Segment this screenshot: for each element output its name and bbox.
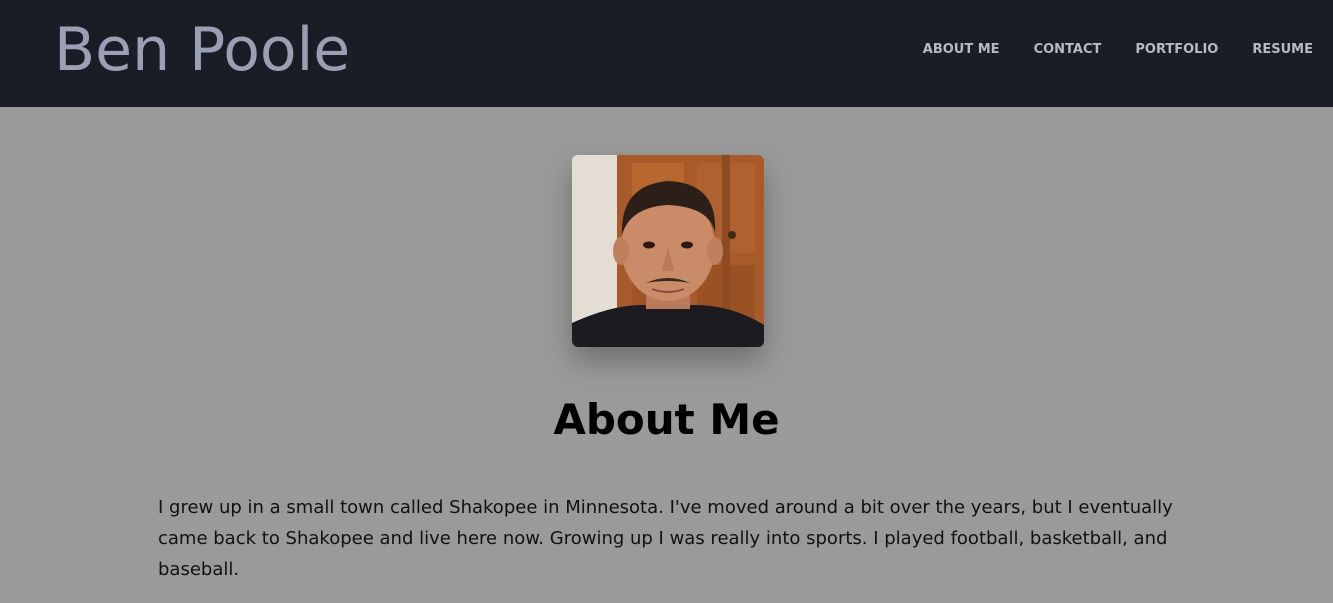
- nav-link-contact[interactable]: CONTACT: [1034, 42, 1102, 57]
- site-title[interactable]: Ben Poole: [54, 14, 350, 86]
- bio-paragraph: I grew up in a small town called Shakope…: [158, 497, 1173, 580]
- page-heading: About Me: [553, 395, 780, 444]
- main-nav: ABOUT ME CONTACT PORTFOLIO RESUME: [923, 42, 1313, 57]
- site-header: Ben Poole ABOUT ME CONTACT PORTFOLIO RES…: [0, 0, 1333, 107]
- nav-link-about-me[interactable]: ABOUT ME: [923, 42, 1000, 57]
- nav-link-portfolio[interactable]: PORTFOLIO: [1135, 42, 1218, 57]
- profile-photo: [572, 155, 764, 347]
- nav-link-resume[interactable]: RESUME: [1252, 42, 1313, 57]
